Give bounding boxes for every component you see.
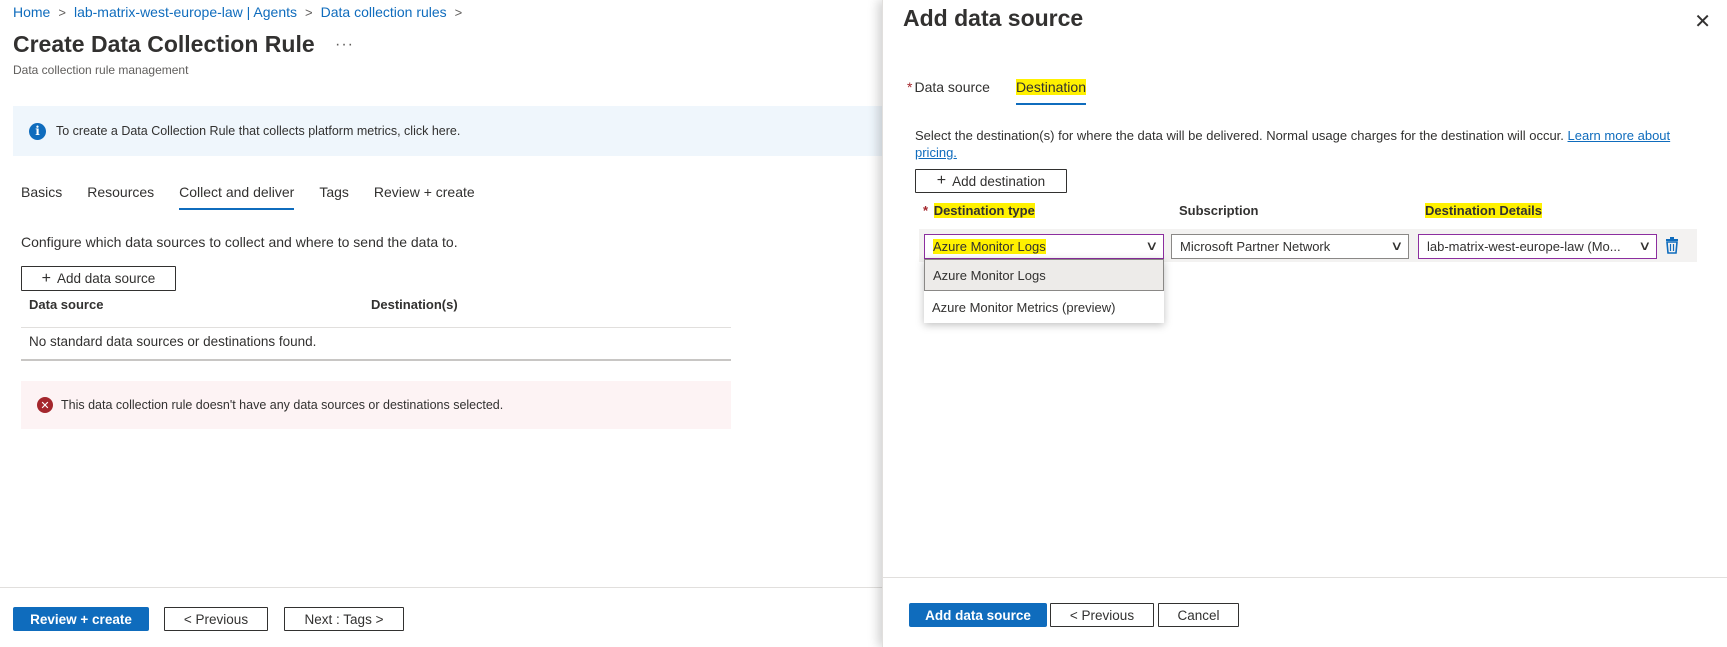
destination-type-value: Azure Monitor Logs <box>933 239 1046 254</box>
close-icon[interactable]: ✕ <box>1694 9 1711 34</box>
add-data-source-button[interactable]: + Add data source <box>21 266 176 291</box>
error-icon: ✕ <box>37 397 53 413</box>
plus-icon: + <box>41 269 51 287</box>
chevron-down-icon: ∨ <box>1638 238 1652 253</box>
more-icon[interactable]: ··· <box>335 36 354 54</box>
error-banner: ✕ This data collection rule doesn't have… <box>21 381 731 429</box>
tab-destination[interactable]: Destination <box>1015 79 1086 105</box>
table-header: Data source Destination(s) <box>21 297 731 327</box>
info-banner-text: To create a Data Collection Rule that co… <box>56 124 461 138</box>
description-text: Select the destination(s) for where the … <box>915 128 1564 143</box>
option-azure-monitor-logs[interactable]: Azure Monitor Logs <box>924 259 1164 291</box>
error-text: This data collection rule doesn't have a… <box>61 398 504 412</box>
breadcrumb-agents[interactable]: lab-matrix-west-europe-law | Agents <box>74 4 297 20</box>
subscription-value: Microsoft Partner Network <box>1180 239 1331 254</box>
panel-tabs: * Data source Destination <box>907 79 1112 105</box>
breadcrumb: Home > lab-matrix-west-europe-law | Agen… <box>13 4 470 20</box>
destination-details-select[interactable]: lab-matrix-west-europe-law (Mo... ∨ <box>1418 234 1657 259</box>
add-data-source-panel: Add data source ✕ * Data source Destinati… <box>882 0 1727 647</box>
footer-divider <box>0 587 882 588</box>
table-row: No standard data sources or destinations… <box>21 327 731 361</box>
tab-resources[interactable]: Resources <box>87 184 154 210</box>
tab-data-source-label: Data source <box>914 79 990 95</box>
destination-details-header: Destination Details <box>1425 203 1543 218</box>
chevron-right-icon: > <box>58 4 66 20</box>
subscription-header: Subscription <box>1179 203 1259 218</box>
cancel-button[interactable]: Cancel <box>1158 603 1239 627</box>
panel-previous-button[interactable]: < Previous <box>1050 603 1154 627</box>
destination-type-dropdown: Azure Monitor Logs Azure Monitor Metrics… <box>924 259 1164 323</box>
destination-details-value: lab-matrix-west-europe-law (Mo... <box>1427 239 1621 254</box>
destination-type-header: * Destination type <box>923 203 1035 218</box>
chevron-right-icon: > <box>305 4 313 20</box>
add-data-source-label: Add data source <box>57 271 156 286</box>
tab-data-source[interactable]: * Data source <box>907 79 990 105</box>
destination-type-label: Destination type <box>933 203 1035 218</box>
option-azure-monitor-metrics[interactable]: Azure Monitor Metrics (preview) <box>924 291 1164 323</box>
breadcrumb-home[interactable]: Home <box>13 4 50 20</box>
add-destination-button[interactable]: + Add destination <box>915 169 1067 193</box>
tab-tags[interactable]: Tags <box>319 184 349 210</box>
page-subtitle: Data collection rule management <box>13 63 189 77</box>
info-icon: i <box>29 122 46 140</box>
next-tags-button[interactable]: Next : Tags > <box>284 607 404 631</box>
empty-text: No standard data sources or destinations… <box>29 334 317 349</box>
collect-description: Configure which data sources to collect … <box>21 234 458 250</box>
chevron-right-icon: > <box>454 4 463 20</box>
trash-icon[interactable] <box>1664 236 1680 254</box>
destination-details-label: Destination Details <box>1425 203 1543 218</box>
previous-button[interactable]: < Previous <box>164 607 268 631</box>
required-marker: * <box>923 203 929 218</box>
destination-description: Select the destination(s) for where the … <box>915 127 1675 161</box>
add-data-source-submit-button[interactable]: Add data source <box>909 603 1047 627</box>
tab-destination-label: Destination <box>1015 79 1086 95</box>
column-data-source[interactable]: Data source <box>21 297 371 327</box>
review-create-button[interactable]: Review + create <box>13 607 149 631</box>
breadcrumb-data-collection-rules[interactable]: Data collection rules <box>321 4 447 20</box>
chevron-down-icon: ∨ <box>1390 238 1404 253</box>
main-blade: Home > lab-matrix-west-europe-law | Agen… <box>0 0 883 647</box>
destination-type-select[interactable]: Azure Monitor Logs ∨ <box>924 234 1164 259</box>
column-destinations[interactable]: Destination(s) <box>371 297 458 327</box>
required-marker: * <box>907 79 913 95</box>
add-destination-label: Add destination <box>952 173 1046 189</box>
info-banner[interactable]: i To create a Data Collection Rule that … <box>13 106 883 156</box>
panel-footer-divider <box>883 577 1727 578</box>
chevron-down-icon: ∨ <box>1145 238 1159 253</box>
tab-basics[interactable]: Basics <box>21 184 62 210</box>
tab-review-create[interactable]: Review + create <box>374 184 475 210</box>
panel-title: Add data source <box>903 5 1084 31</box>
wizard-tabs: Basics Resources Collect and deliver Tag… <box>21 184 500 210</box>
page-title: Create Data Collection Rule <box>13 31 315 57</box>
tab-collect-and-deliver[interactable]: Collect and deliver <box>179 184 295 210</box>
subscription-select[interactable]: Microsoft Partner Network ∨ <box>1171 234 1409 259</box>
plus-icon: + <box>936 172 947 189</box>
